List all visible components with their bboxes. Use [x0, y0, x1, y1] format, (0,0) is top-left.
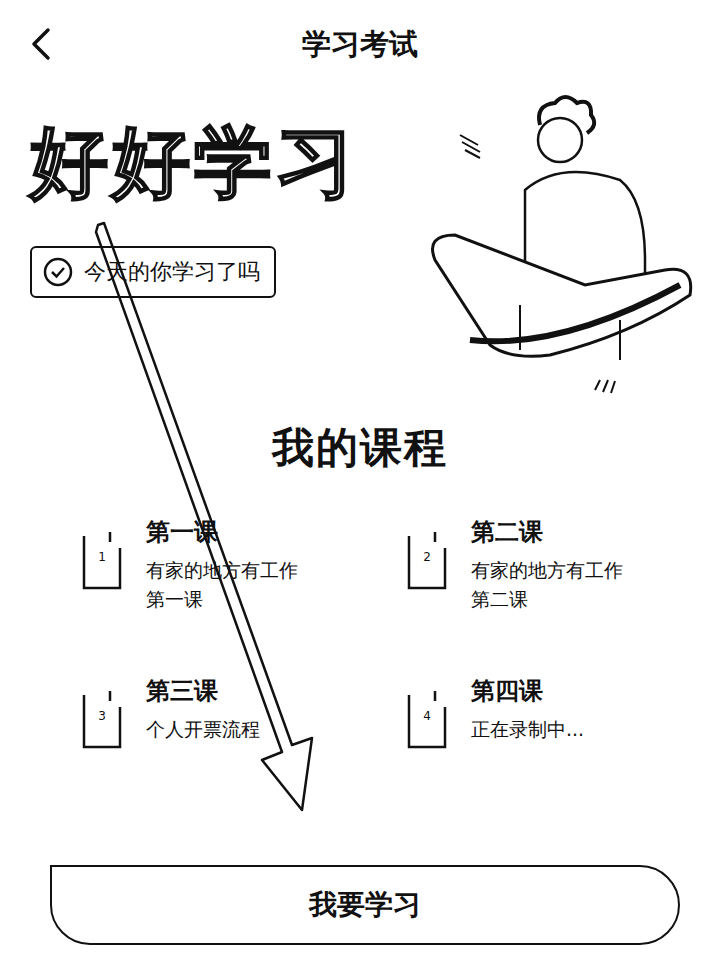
- badge-text: 今天的你学习了吗: [84, 257, 260, 287]
- course-number: 3: [80, 709, 124, 723]
- document-icon: 2: [405, 530, 449, 592]
- course-desc: 个人开票流程: [146, 715, 260, 744]
- hero-text: 好好学习今天的你学习了吗: [30, 90, 420, 400]
- back-icon[interactable]: [22, 24, 62, 64]
- hero-title: 好好学习: [30, 120, 420, 206]
- course-item[interactable]: 1 第一课有家的地方有工作第一课: [80, 516, 405, 615]
- course-number: 2: [405, 550, 449, 564]
- study-button[interactable]: 我要学习: [50, 865, 680, 945]
- course-item[interactable]: 4 第四课正在录制中...: [405, 675, 720, 751]
- course-number: 1: [80, 550, 124, 564]
- badge: 今天的你学习了吗: [30, 246, 276, 298]
- annotation-arrow: [0, 0, 720, 953]
- course-item[interactable]: 3 第三课个人开票流程: [80, 675, 405, 751]
- course-grid: 1 第一课有家的地方有工作第一课 2 第二课有家的地方有工作第二课 3 第三课个人开票流程…: [0, 516, 720, 751]
- course-item[interactable]: 2 第二课有家的地方有工作第二课: [405, 516, 720, 615]
- page-title: 学习考试: [302, 25, 418, 65]
- course-title: 第一课: [146, 516, 309, 548]
- course-text: 第一课有家的地方有工作第一课: [146, 516, 309, 615]
- document-icon: 1: [80, 530, 124, 592]
- document-icon: 3: [80, 689, 124, 751]
- document-icon: 4: [405, 689, 449, 751]
- course-desc: 有家的地方有工作第二课: [471, 556, 634, 615]
- header: 学习考试: [0, 0, 720, 90]
- course-number: 4: [405, 709, 449, 723]
- course-text: 第四课正在录制中...: [471, 675, 584, 744]
- course-title: 第三课: [146, 675, 260, 707]
- course-title: 第四课: [471, 675, 584, 707]
- section-title: 我的课程: [0, 420, 720, 476]
- hero-banner: 好好学习今天的你学习了吗: [0, 90, 720, 400]
- button-area: 我要学习: [50, 865, 680, 945]
- course-title: 第二课: [471, 516, 634, 548]
- course-text: 第三课个人开票流程: [146, 675, 260, 744]
- course-text: 第二课有家的地方有工作第二课: [471, 516, 634, 615]
- check-icon: [42, 256, 74, 288]
- course-desc: 有家的地方有工作第一课: [146, 556, 309, 615]
- person-illustration: [420, 90, 710, 400]
- course-desc: 正在录制中...: [471, 715, 584, 744]
